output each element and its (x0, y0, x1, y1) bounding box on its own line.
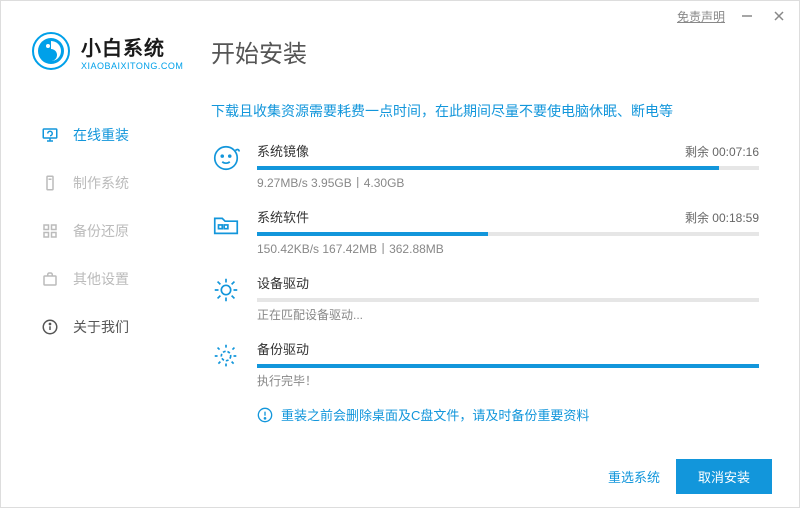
warning-text: 重装之前会删除桌面及C盘文件，请及时备份重要资料 (281, 405, 589, 424)
progress-bar (257, 232, 759, 236)
warning-row: 重装之前会删除桌面及C盘文件，请及时备份重要资料 (257, 405, 759, 424)
sidebar: 在线重装 制作系统 备份还原 其他设置 关于我们 (1, 81, 181, 481)
task-detail: 150.42KB/s 167.42MB丨362.88MB (257, 240, 759, 257)
brand-subtitle: XIAOBAIXITONG.COM (81, 61, 183, 71)
face-icon (211, 143, 241, 173)
nav-backup-restore[interactable]: 备份还原 (41, 207, 181, 255)
cancel-install-button[interactable]: 取消安装 (676, 459, 772, 494)
nav-online-reinstall[interactable]: 在线重装 (41, 111, 181, 159)
info-icon (41, 318, 59, 336)
progress-bar (257, 166, 759, 170)
task-remain: 剩余 00:18:59 (685, 209, 759, 226)
top-hint: 下载且收集资源需要耗费一点时间，在此期间尽量不要使电脑休眠、断电等 (211, 101, 759, 121)
briefcase-icon (41, 270, 59, 288)
task-title: 系统软件 (257, 207, 309, 226)
close-button[interactable] (769, 6, 789, 26)
task-system-image: 系统镜像 剩余 00:07:16 9.27MB/s 3.95GB丨4.30GB (211, 141, 759, 191)
titlebar: 免责声明 (1, 1, 799, 31)
usb-icon (41, 174, 59, 192)
header: 小白系统 XIAOBAIXITONG.COM 开始安装 (1, 31, 799, 81)
nav-label: 制作系统 (73, 173, 129, 193)
nav-label: 其他设置 (73, 269, 129, 289)
gear-icon (211, 275, 241, 305)
folder-grid-icon (211, 209, 241, 239)
task-remain: 剩余 00:07:16 (685, 143, 759, 160)
page-title: 开始安装 (211, 34, 307, 69)
nav-about-us[interactable]: 关于我们 (41, 303, 181, 351)
nav-other-settings[interactable]: 其他设置 (41, 255, 181, 303)
monitor-reload-icon (41, 126, 59, 144)
task-detail: 正在匹配设备驱动... (257, 306, 759, 323)
footer: 重选系统 取消安装 (608, 459, 772, 494)
progress-bar (257, 364, 759, 368)
content-area: 下载且收集资源需要耗费一点时间，在此期间尽量不要使电脑休眠、断电等 系统镜像 剩… (181, 81, 799, 481)
task-device-driver: 设备驱动 正在匹配设备驱动... (211, 273, 759, 323)
logo-icon (31, 31, 71, 71)
nav-make-system[interactable]: 制作系统 (41, 159, 181, 207)
task-detail: 执行完毕！ (257, 372, 759, 389)
task-backup-driver: 备份驱动 执行完毕！ (211, 339, 759, 389)
logo: 小白系统 XIAOBAIXITONG.COM (31, 31, 201, 71)
warning-icon (257, 407, 273, 423)
reselect-system-link[interactable]: 重选系统 (608, 467, 660, 486)
task-title: 系统镜像 (257, 141, 309, 160)
brand-title: 小白系统 (81, 32, 183, 61)
nav-label: 备份还原 (73, 221, 129, 241)
task-detail: 9.27MB/s 3.95GB丨4.30GB (257, 174, 759, 191)
nav-label: 在线重装 (73, 125, 129, 145)
task-system-software: 系统软件 剩余 00:18:59 150.42KB/s 167.42MB丨362… (211, 207, 759, 257)
task-title: 设备驱动 (257, 273, 309, 292)
task-title: 备份驱动 (257, 339, 309, 358)
gear-dotted-icon (211, 341, 241, 371)
grid-icon (41, 222, 59, 240)
disclaimer-link[interactable]: 免责声明 (677, 8, 725, 25)
progress-bar (257, 298, 759, 302)
minimize-button[interactable] (737, 6, 757, 26)
nav-label: 关于我们 (73, 317, 129, 337)
